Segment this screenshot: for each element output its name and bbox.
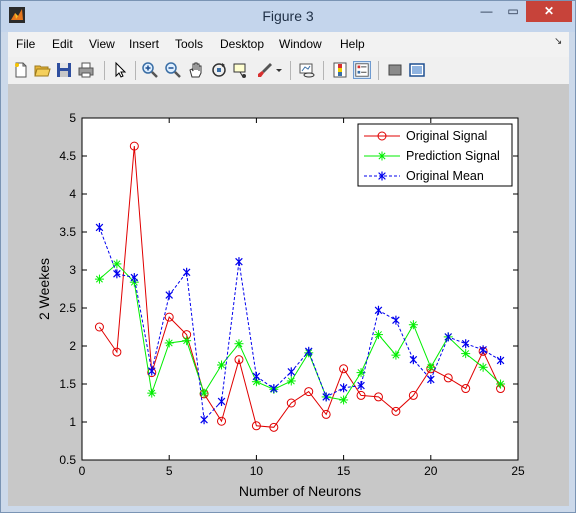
maximize-button[interactable]: ▭ bbox=[500, 1, 526, 22]
y-tick-label: 2 bbox=[69, 339, 76, 353]
y-tick-label: 3 bbox=[69, 263, 76, 277]
show-plot-tools-icon[interactable] bbox=[408, 61, 426, 79]
menu-bar: File Edit View Insert Tools Desktop Wind… bbox=[8, 32, 569, 58]
rotate-3d-icon[interactable] bbox=[210, 61, 228, 79]
data-point-prediction-signal bbox=[286, 376, 296, 386]
menu-file[interactable]: File bbox=[16, 37, 35, 51]
x-tick-label: 20 bbox=[424, 464, 438, 478]
new-figure-icon[interactable] bbox=[12, 61, 30, 79]
hide-plot-tools-icon[interactable] bbox=[386, 61, 404, 79]
legend-label-original-mean: Original Mean bbox=[406, 169, 484, 183]
print-icon[interactable] bbox=[77, 61, 95, 79]
insert-legend-icon[interactable] bbox=[353, 61, 371, 79]
data-point-prediction-signal bbox=[408, 320, 418, 330]
link-plot-icon[interactable] bbox=[298, 61, 316, 79]
x-tick-label: 15 bbox=[337, 464, 351, 478]
y-tick-label: 2.5 bbox=[59, 301, 76, 315]
figure-canvas: 0.5 1 1.5 2 2.5 3 3.5 4 4.5 5 0 5 10 15 20 25 Number o… bbox=[8, 85, 569, 506]
x-tick-label: 0 bbox=[79, 464, 86, 478]
data-point-prediction-signal bbox=[234, 339, 244, 349]
menu-tools[interactable]: Tools bbox=[175, 37, 203, 51]
data-point-prediction-signal bbox=[461, 349, 471, 359]
line-chart: 0.5 1 1.5 2 2.5 3 3.5 4 4.5 5 0 5 10 15 20 25 Number o… bbox=[36, 111, 525, 499]
y-tick-label: 4 bbox=[69, 187, 76, 201]
menu-window[interactable]: Window bbox=[279, 37, 322, 51]
y-tick-label: 1.5 bbox=[59, 377, 76, 391]
minimize-button[interactable]: — bbox=[473, 1, 500, 22]
y-tick-label: 1 bbox=[69, 415, 76, 429]
data-point-prediction-signal bbox=[339, 395, 349, 405]
data-point-prediction-signal bbox=[217, 360, 227, 370]
x-tick-label: 5 bbox=[166, 464, 173, 478]
data-cursor-icon[interactable] bbox=[233, 61, 251, 79]
menu-help[interactable]: Help bbox=[340, 37, 365, 51]
pan-hand-icon[interactable] bbox=[187, 61, 205, 79]
x-axis-label: Number of Neurons bbox=[239, 483, 361, 499]
toolbar-separator bbox=[323, 61, 324, 80]
data-point-prediction-signal bbox=[147, 388, 157, 398]
title-bar[interactable]: Figure 3 — ▭ ✕ bbox=[1, 1, 575, 32]
data-point-prediction-signal bbox=[426, 362, 436, 372]
menu-view[interactable]: View bbox=[89, 37, 115, 51]
brush-dropdown-icon[interactable] bbox=[274, 61, 284, 79]
y-tick-label: 5 bbox=[69, 111, 76, 125]
data-point-prediction-signal bbox=[373, 330, 383, 340]
y-tick-label: 4.5 bbox=[59, 149, 76, 163]
toolbar-separator bbox=[378, 61, 379, 80]
legend[interactable]: Original Signal Prediction Signal Origin… bbox=[357, 123, 513, 187]
y-tick-label: 0.5 bbox=[59, 453, 76, 467]
zoom-in-icon[interactable] bbox=[141, 61, 159, 79]
legend-label-prediction-signal: Prediction Signal bbox=[406, 149, 500, 163]
data-point-prediction-signal bbox=[391, 350, 401, 360]
menu-insert[interactable]: Insert bbox=[129, 37, 159, 51]
edit-plot-arrow-icon[interactable] bbox=[111, 61, 129, 79]
x-tick-label: 10 bbox=[250, 464, 264, 478]
y-axis-label: 2 Weekes bbox=[36, 258, 52, 320]
dock-figure-icon[interactable]: ↘ bbox=[554, 36, 562, 47]
toolbar-separator bbox=[135, 61, 136, 80]
toolbar-separator bbox=[290, 61, 291, 80]
menu-edit[interactable]: Edit bbox=[52, 37, 73, 51]
y-tick-label: 3.5 bbox=[59, 225, 76, 239]
x-tick-label: 25 bbox=[511, 464, 525, 478]
open-file-icon[interactable] bbox=[33, 61, 51, 79]
data-point-prediction-signal bbox=[182, 336, 192, 346]
toolbar-separator bbox=[104, 61, 105, 80]
legend-marker-prediction-signal bbox=[377, 151, 387, 161]
legend-label-original-signal: Original Signal bbox=[406, 129, 487, 143]
figure-toolbar bbox=[8, 57, 569, 85]
insert-colorbar-icon[interactable] bbox=[331, 61, 349, 79]
brush-icon[interactable] bbox=[256, 61, 274, 79]
data-point-prediction-signal bbox=[164, 338, 174, 348]
zoom-out-icon[interactable] bbox=[164, 61, 182, 79]
menu-desktop[interactable]: Desktop bbox=[220, 37, 264, 51]
data-point-prediction-signal bbox=[496, 379, 506, 389]
save-icon[interactable] bbox=[55, 61, 73, 79]
data-point-prediction-signal bbox=[478, 362, 488, 372]
figure-window: Figure 3 — ▭ ✕ File Edit View Insert Too… bbox=[0, 0, 576, 513]
close-button[interactable]: ✕ bbox=[526, 1, 572, 22]
